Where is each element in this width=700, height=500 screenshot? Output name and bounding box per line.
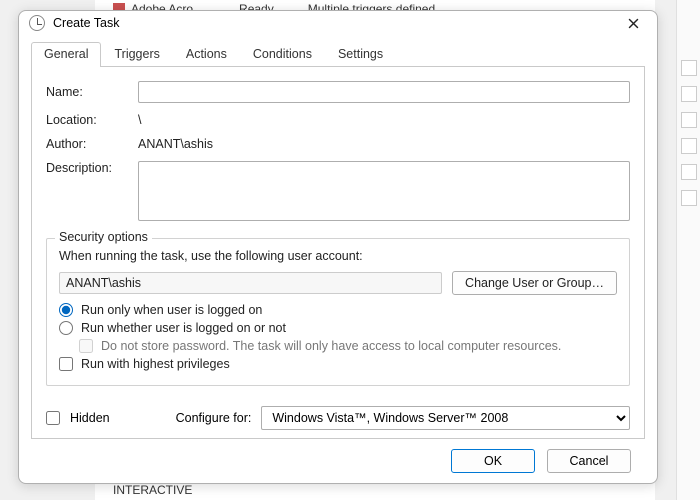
when-running-label: When running the task, use the following… xyxy=(59,249,617,263)
description-label: Description: xyxy=(46,161,128,175)
security-legend: Security options xyxy=(55,230,152,244)
create-task-dialog: Create Task General Triggers Actions Con… xyxy=(18,10,658,484)
tab-conditions[interactable]: Conditions xyxy=(240,42,325,67)
cancel-button[interactable]: Cancel xyxy=(547,449,631,473)
tab-actions[interactable]: Actions xyxy=(173,42,240,67)
name-label: Name: xyxy=(46,85,128,99)
dialog-body: General Triggers Actions Conditions Sett… xyxy=(19,35,657,483)
description-input[interactable] xyxy=(138,161,630,221)
tab-strip: General Triggers Actions Conditions Sett… xyxy=(31,41,645,67)
highest-privileges-checkbox[interactable] xyxy=(59,357,73,371)
author-label: Author: xyxy=(46,137,128,151)
configure-for-select[interactable]: Windows Vista™, Windows Server™ 2008 xyxy=(261,406,630,430)
row-name: Name: xyxy=(46,81,630,103)
row-location: Location: \ xyxy=(46,113,630,127)
hidden-label: Hidden xyxy=(70,411,110,425)
clock-icon xyxy=(29,15,45,31)
tab-panel-general: Name: Location: \ Author: ANANT\ashis De… xyxy=(31,67,645,439)
location-label: Location: xyxy=(46,113,128,127)
titlebar: Create Task xyxy=(19,11,657,35)
change-user-button[interactable]: Change User or Group… xyxy=(452,271,617,295)
tab-general[interactable]: General xyxy=(31,42,101,67)
dont-store-row: Do not store password. The task will onl… xyxy=(79,339,617,353)
highest-row: Run with highest privileges xyxy=(59,357,617,371)
radio-whether-label: Run whether user is logged on or not xyxy=(81,321,286,335)
radio-logged-on[interactable] xyxy=(59,303,73,317)
bg-tool-icon xyxy=(681,112,697,128)
radio-whether-row: Run whether user is logged on or not xyxy=(59,321,617,335)
name-input[interactable] xyxy=(138,81,630,103)
account-row: ANANT\ashis Change User or Group… xyxy=(59,271,617,295)
tab-settings[interactable]: Settings xyxy=(325,42,396,67)
dont-store-label: Do not store password. The task will onl… xyxy=(101,339,561,353)
dialog-buttons: OK Cancel xyxy=(31,439,645,473)
close-button[interactable] xyxy=(619,12,647,34)
bg-tool-icon xyxy=(681,164,697,180)
security-options-group: Security options When running the task, … xyxy=(46,238,630,386)
row-author: Author: ANANT\ashis xyxy=(46,137,630,151)
ok-button[interactable]: OK xyxy=(451,449,535,473)
dont-store-checkbox xyxy=(79,339,93,353)
location-value: \ xyxy=(138,113,630,127)
close-icon xyxy=(628,18,639,29)
bg-bottom-label: INTERACTIVE xyxy=(113,483,192,497)
author-value: ANANT\ashis xyxy=(138,137,630,151)
bg-tool-icon xyxy=(681,86,697,102)
dialog-title: Create Task xyxy=(53,16,619,30)
configure-for-label: Configure for: xyxy=(176,411,252,425)
radio-logged-on-row: Run only when user is logged on xyxy=(59,303,617,317)
bottom-row: Hidden Configure for: Windows Vista™, Wi… xyxy=(46,406,630,430)
bg-tool-icon xyxy=(681,60,697,76)
hidden-checkbox[interactable] xyxy=(46,411,60,425)
tab-triggers[interactable]: Triggers xyxy=(101,42,172,67)
row-description: Description: xyxy=(46,161,630,224)
account-display: ANANT\ashis xyxy=(59,272,442,294)
bg-tool-icon xyxy=(681,138,697,154)
radio-whether-logged[interactable] xyxy=(59,321,73,335)
bg-right-toolstrip xyxy=(676,0,700,500)
bg-tool-icon xyxy=(681,190,697,206)
radio-logged-on-label: Run only when user is logged on xyxy=(81,303,262,317)
highest-label: Run with highest privileges xyxy=(81,357,230,371)
